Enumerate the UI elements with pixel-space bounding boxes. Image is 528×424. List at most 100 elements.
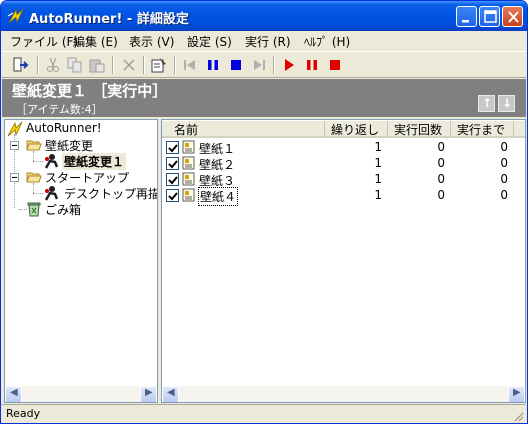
person-run-icon — [44, 154, 59, 169]
item-header: 壁紙変更１ ［実行中］ ［アイテム数:4］ ↑ ↓ — [2, 79, 526, 117]
toolbar-separator — [273, 56, 275, 74]
play-button[interactable] — [278, 55, 300, 75]
cut-button[interactable] — [42, 55, 64, 75]
pause-all-button[interactable] — [202, 55, 224, 75]
item-repeat: 1 — [374, 188, 382, 202]
column-until-run[interactable]: 実行まで — [451, 121, 514, 138]
item-enabled-checkbox[interactable] — [166, 157, 179, 170]
close-icon — [508, 11, 519, 23]
list-item[interactable]: 壁紙３ 1 0 0 — [163, 171, 525, 188]
pause-icon — [208, 60, 218, 70]
column-name[interactable]: 名前 — [162, 121, 325, 138]
paste-button[interactable] — [86, 55, 108, 75]
tree-folder-startup[interactable]: スタートアップ — [26, 169, 156, 185]
item-until-run: 0 — [500, 156, 508, 170]
maximize-button[interactable] — [479, 6, 500, 27]
menu-view[interactable]: 表示 (V) — [129, 33, 174, 50]
item-until-run: 0 — [500, 172, 508, 186]
title-bar[interactable]: AutoRunner! - 詳細設定 — [1, 1, 527, 31]
chevron-right-icon: ▶ — [145, 387, 153, 398]
item-repeat: 1 — [374, 156, 382, 170]
autorunner-app-icon — [7, 7, 25, 25]
menu-run[interactable]: 実行 (R) — [245, 33, 291, 50]
skip-back-button[interactable] — [179, 55, 201, 75]
item-run-count: 0 — [437, 156, 445, 170]
checkmark-icon — [168, 176, 178, 185]
paste-icon — [89, 59, 105, 73]
exit-button[interactable] — [10, 55, 32, 75]
task-document-icon — [182, 188, 195, 202]
arrow-up-icon: ↑ — [482, 96, 493, 110]
folder-open-icon — [26, 172, 42, 183]
scroll-left-button[interactable]: ◀ — [5, 386, 22, 402]
list-item[interactable]: 壁紙１ 1 0 0 — [163, 139, 525, 156]
resize-grip-icon[interactable] — [512, 410, 524, 422]
status-bar: Ready — [2, 404, 526, 423]
pause-button[interactable] — [301, 55, 323, 75]
stop-button[interactable] — [324, 55, 346, 75]
list-item[interactable]: 壁紙２ 1 0 0 — [163, 155, 525, 172]
tree-folder-label: 壁紙変更 — [45, 139, 94, 153]
menu-help[interactable]: ﾍﾙﾌﾟ (H) — [304, 33, 350, 50]
skip-back-icon — [184, 60, 195, 70]
chevron-left-icon: ◀ — [10, 387, 18, 398]
delete-button[interactable] — [118, 55, 140, 75]
item-enabled-checkbox[interactable] — [166, 141, 179, 154]
stop-icon — [231, 60, 241, 70]
skip-forward-button[interactable] — [248, 55, 270, 75]
item-enabled-checkbox[interactable] — [166, 173, 179, 186]
exit-icon — [13, 57, 29, 72]
menu-edit[interactable]: 編集 (E) — [73, 33, 118, 50]
tree-trash[interactable]: ごみ箱 — [26, 201, 156, 217]
item-list[interactable]: 名前 繰り返し 実行回数 実行まで 壁紙１ 1 0 0 壁紙２ 1 0 0 壁紙… — [161, 119, 526, 403]
checkmark-icon — [168, 144, 178, 153]
scroll-right-button[interactable]: ▶ — [140, 386, 157, 402]
minimize-button[interactable] — [456, 6, 477, 27]
copy-icon — [67, 57, 82, 73]
toolbar-separator — [143, 56, 145, 74]
status-text: Ready — [6, 407, 41, 420]
copy-button[interactable] — [64, 55, 86, 75]
item-count: ［アイテム数:4］ — [16, 103, 103, 116]
task-document-icon — [182, 156, 195, 170]
item-name: 壁紙４ — [197, 187, 239, 206]
item-until-run: 0 — [500, 188, 508, 202]
tree-folder-wallpaper[interactable]: 壁紙変更 — [26, 137, 156, 153]
checkmark-icon — [168, 192, 178, 201]
move-down-button[interactable]: ↓ — [498, 95, 515, 112]
menu-settings[interactable]: 設定 (S) — [187, 33, 232, 50]
toolbar — [2, 51, 526, 78]
column-run-count[interactable]: 実行回数 — [388, 121, 451, 138]
tree-view[interactable]: AutoRunner! 壁紙変更 壁紙変更１ スタートアップ デスクトップ再描 … — [4, 119, 158, 403]
tree-hscrollbar[interactable]: ◀ ▶ — [5, 386, 157, 402]
recycle-bin-icon — [27, 202, 41, 217]
tree-trash-label: ごみ箱 — [45, 203, 82, 217]
collapse-toggle[interactable] — [10, 173, 19, 182]
chevron-right-icon: ▶ — [513, 387, 521, 398]
stop-red-icon — [330, 60, 340, 70]
skip-forward-icon — [254, 60, 265, 70]
list-item[interactable]: 壁紙４ 1 0 0 — [163, 187, 525, 206]
item-run-count: 0 — [437, 188, 445, 202]
item-enabled-checkbox[interactable] — [166, 189, 179, 202]
menu-file[interactable]: ファイル (F) — [10, 33, 78, 50]
tree-item-desktop-redraw[interactable]: デスクトップ再描 — [43, 185, 157, 201]
item-repeat: 1 — [374, 172, 382, 186]
scroll-right-button[interactable]: ▶ — [508, 386, 525, 402]
tree-root[interactable]: AutoRunner! — [7, 121, 157, 137]
list-hscrollbar[interactable]: ◀ ▶ — [162, 386, 525, 402]
scroll-left-button[interactable]: ◀ — [162, 386, 179, 402]
move-up-button[interactable]: ↑ — [478, 95, 495, 112]
column-repeat[interactable]: 繰り返し — [325, 121, 388, 138]
minimize-icon — [462, 20, 469, 23]
properties-icon — [151, 58, 166, 73]
cut-icon — [47, 57, 59, 72]
toolbar-separator — [174, 56, 176, 74]
item-run-count: 0 — [437, 140, 445, 154]
checkmark-icon — [168, 160, 178, 169]
properties-button[interactable] — [148, 55, 170, 75]
stop-all-button[interactable] — [225, 55, 247, 75]
tree-item-wallpaper-1[interactable]: 壁紙変更１ — [43, 153, 138, 170]
collapse-toggle[interactable] — [10, 141, 19, 150]
close-button[interactable] — [502, 6, 523, 27]
